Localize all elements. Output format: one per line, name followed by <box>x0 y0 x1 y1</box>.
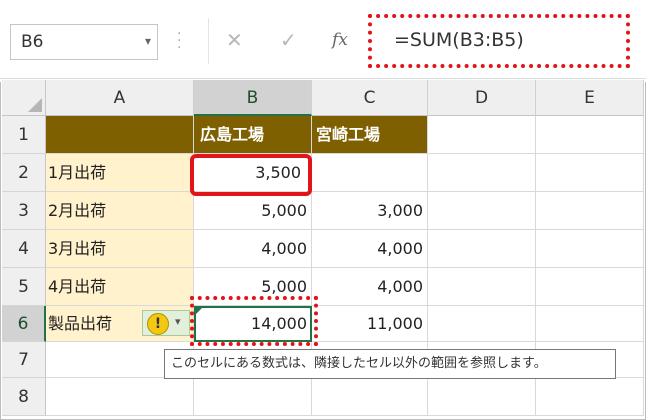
highlight-box-b6 <box>190 296 318 346</box>
select-all-button[interactable] <box>2 80 46 116</box>
cell-d3[interactable] <box>428 192 536 230</box>
chevron-down-icon[interactable]: ▾ <box>175 315 181 328</box>
row-header-4[interactable]: 4 <box>2 230 46 268</box>
cell-c6[interactable]: 11,000 <box>312 306 428 342</box>
cancel-icon[interactable]: ✕ <box>226 28 243 52</box>
cell-e1[interactable] <box>536 116 644 154</box>
cell-e2[interactable] <box>536 154 644 192</box>
name-box-value: B6 <box>21 32 44 52</box>
row-header-6[interactable]: 6 <box>2 306 46 342</box>
enter-check-icon[interactable]: ✓ <box>280 28 297 52</box>
row-header-7[interactable]: 7 <box>2 342 46 378</box>
row-header-2[interactable]: 2 <box>2 154 46 192</box>
cell-e5[interactable] <box>536 268 644 306</box>
column-header-e[interactable]: E <box>536 80 644 116</box>
warning-icon: ! <box>147 313 169 335</box>
cell-a8[interactable] <box>46 378 194 416</box>
formula-bar: B6 ▾ · · · ✕ ✓ fx =SUM(B3:B5) <box>0 0 646 82</box>
cell-a5[interactable]: 4月出荷 <box>46 268 194 306</box>
cell-a1[interactable] <box>46 116 194 154</box>
cell-b4[interactable]: 4,000 <box>194 230 312 268</box>
column-header-a[interactable]: A <box>46 80 194 116</box>
divider <box>0 78 646 79</box>
cell-e6[interactable] <box>536 306 644 342</box>
cell-d4[interactable] <box>428 230 536 268</box>
chevron-down-icon[interactable]: ▾ <box>145 34 151 48</box>
cell-a4[interactable]: 3月出荷 <box>46 230 194 268</box>
row-header-1[interactable]: 1 <box>2 116 46 154</box>
grip-icon[interactable]: · · · <box>177 27 181 55</box>
cell-d1[interactable] <box>428 116 536 154</box>
cell-a3[interactable]: 2月出荷 <box>46 192 194 230</box>
row-header-5[interactable]: 5 <box>2 268 46 306</box>
name-box[interactable]: B6 ▾ <box>10 24 158 60</box>
cell-c8[interactable] <box>312 378 428 416</box>
cell-c3[interactable]: 3,000 <box>312 192 428 230</box>
cell-e8[interactable] <box>536 378 644 416</box>
column-header-b[interactable]: B <box>194 80 312 116</box>
cell-e3[interactable] <box>536 192 644 230</box>
cell-d6[interactable] <box>428 306 536 342</box>
cell-c2[interactable] <box>312 154 428 192</box>
cell-b1[interactable]: 広島工場 <box>194 116 312 154</box>
column-header-c[interactable]: C <box>312 80 428 116</box>
formula-text: =SUM(B3:B5) <box>394 29 524 51</box>
highlight-box-b2 <box>190 154 312 196</box>
cell-b8[interactable] <box>194 378 312 416</box>
cell-b3[interactable]: 5,000 <box>194 192 312 230</box>
cell-d8[interactable] <box>428 378 536 416</box>
error-check-button[interactable]: ! ▾ <box>142 310 190 336</box>
row-header-3[interactable]: 3 <box>2 192 46 230</box>
formula-input[interactable]: =SUM(B3:B5) <box>368 14 630 68</box>
insert-function-icon[interactable]: fx <box>332 30 348 50</box>
cell-d5[interactable] <box>428 268 536 306</box>
cell-c5[interactable]: 4,000 <box>312 268 428 306</box>
cell-e4[interactable] <box>536 230 644 268</box>
row-header-8[interactable]: 8 <box>2 378 46 416</box>
cell-c1[interactable]: 宮崎工場 <box>312 116 428 154</box>
select-all-icon <box>28 98 42 112</box>
divider <box>208 18 209 64</box>
error-tooltip: このセルにある数式は、隣接したセル以外の範囲を参照します。 <box>164 349 616 379</box>
cell-c4[interactable]: 4,000 <box>312 230 428 268</box>
cell-d2[interactable] <box>428 154 536 192</box>
column-header-d[interactable]: D <box>428 80 536 116</box>
cell-a2[interactable]: 1月出荷 <box>46 154 194 192</box>
